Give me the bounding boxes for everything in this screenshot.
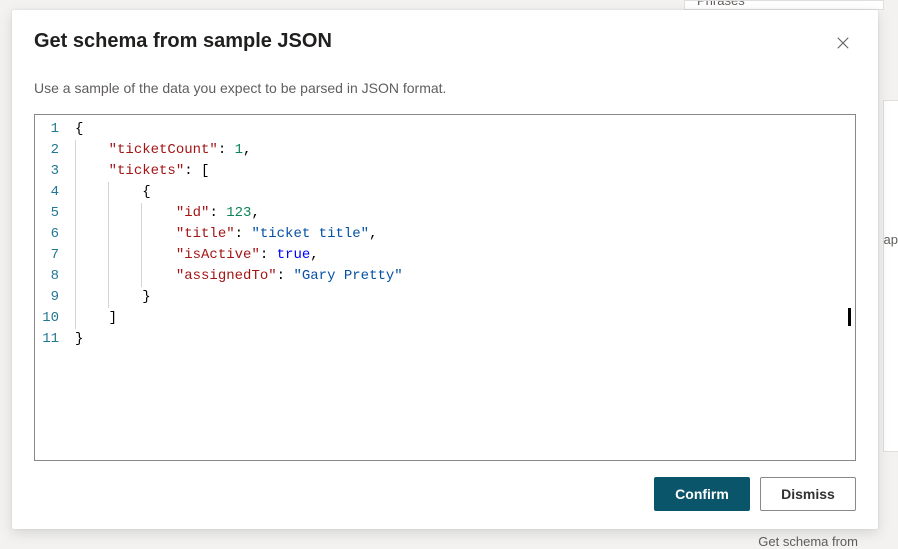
code-token: , bbox=[369, 226, 377, 242]
code-line: "isActive": true, bbox=[71, 245, 855, 266]
code-token: , bbox=[243, 142, 251, 158]
code-token: 1 bbox=[235, 142, 243, 158]
indent-guide bbox=[108, 224, 109, 245]
code-token: "ticket title" bbox=[251, 226, 369, 242]
code-token: } bbox=[142, 289, 150, 305]
code-line: } bbox=[71, 287, 855, 308]
confirm-button[interactable]: Confirm bbox=[654, 477, 750, 511]
code-token bbox=[75, 226, 176, 242]
dialog-subtitle: Use a sample of the data you expect to b… bbox=[34, 80, 856, 96]
close-button[interactable] bbox=[830, 30, 856, 56]
background-side-panel bbox=[883, 100, 898, 452]
code-line: } bbox=[71, 329, 855, 350]
indent-guide bbox=[75, 161, 76, 182]
indent-guide bbox=[108, 245, 109, 266]
code-token: ] bbox=[109, 310, 117, 326]
json-editor[interactable]: 1234567891011 { "ticketCount": 1, "ticke… bbox=[34, 114, 856, 461]
editor-code-area[interactable]: { "ticketCount": 1, "tickets": [ { "id":… bbox=[67, 115, 855, 460]
indent-guide bbox=[141, 245, 142, 266]
code-token: "assignedTo" bbox=[176, 268, 277, 284]
code-token: } bbox=[75, 331, 83, 347]
line-number: 4 bbox=[35, 182, 59, 203]
indent-guide bbox=[141, 224, 142, 245]
code-token bbox=[75, 247, 176, 263]
code-token bbox=[75, 268, 176, 284]
indent-guide bbox=[108, 203, 109, 224]
line-number: 11 bbox=[35, 329, 59, 350]
indent-guide bbox=[108, 266, 109, 287]
code-token: "Gary Pretty" bbox=[293, 268, 402, 284]
indent-guide bbox=[75, 245, 76, 266]
dialog-title: Get schema from sample JSON bbox=[34, 30, 332, 53]
code-token: , bbox=[310, 247, 318, 263]
code-token: : bbox=[218, 142, 235, 158]
code-line: "ticketCount": 1, bbox=[71, 140, 855, 161]
code-token: , bbox=[251, 205, 259, 221]
schema-dialog: Get schema from sample JSON Use a sample… bbox=[12, 10, 878, 529]
code-token: [ bbox=[201, 163, 209, 179]
editor-caret bbox=[848, 308, 851, 326]
indent-guide bbox=[141, 266, 142, 287]
code-token: : bbox=[184, 163, 201, 179]
background-side-fragment: ap bbox=[884, 232, 898, 247]
line-number: 6 bbox=[35, 224, 59, 245]
indent-guide bbox=[141, 203, 142, 224]
editor-gutter: 1234567891011 bbox=[35, 115, 67, 460]
dialog-footer: Confirm Dismiss bbox=[34, 477, 856, 511]
background-tab-label: Phrases bbox=[697, 0, 745, 8]
code-line: "title": "ticket title", bbox=[71, 224, 855, 245]
code-line: ] bbox=[71, 308, 855, 329]
code-token: true bbox=[277, 247, 311, 263]
code-token: "tickets" bbox=[109, 163, 185, 179]
code-token bbox=[75, 163, 109, 179]
close-icon bbox=[836, 36, 850, 50]
code-token: : bbox=[260, 247, 277, 263]
code-token: "title" bbox=[176, 226, 235, 242]
code-token: : bbox=[209, 205, 226, 221]
indent-guide bbox=[108, 182, 109, 203]
line-number: 8 bbox=[35, 266, 59, 287]
background-bottom-fragment: Get schema from bbox=[758, 534, 858, 549]
code-token: : bbox=[235, 226, 252, 242]
line-number: 1 bbox=[35, 119, 59, 140]
code-line: "id": 123, bbox=[71, 203, 855, 224]
indent-guide bbox=[75, 266, 76, 287]
code-token: 123 bbox=[226, 205, 251, 221]
code-token: { bbox=[142, 184, 150, 200]
code-line: "assignedTo": "Gary Pretty" bbox=[71, 266, 855, 287]
code-line: "tickets": [ bbox=[71, 161, 855, 182]
dismiss-button[interactable]: Dismiss bbox=[760, 477, 856, 511]
line-number: 7 bbox=[35, 245, 59, 266]
line-number: 5 bbox=[35, 203, 59, 224]
code-token: : bbox=[277, 268, 294, 284]
code-line: { bbox=[71, 119, 855, 140]
code-token: "ticketCount" bbox=[109, 142, 218, 158]
line-number: 2 bbox=[35, 140, 59, 161]
code-token: { bbox=[75, 121, 83, 137]
indent-guide bbox=[108, 287, 109, 308]
line-number: 3 bbox=[35, 161, 59, 182]
code-token: "isActive" bbox=[176, 247, 260, 263]
line-number: 10 bbox=[35, 308, 59, 329]
line-number: 9 bbox=[35, 287, 59, 308]
code-token bbox=[75, 310, 109, 326]
code-line: { bbox=[71, 182, 855, 203]
indent-guide bbox=[75, 224, 76, 245]
indent-guide bbox=[75, 203, 76, 224]
indent-guide bbox=[75, 287, 76, 308]
indent-guide bbox=[75, 182, 76, 203]
dialog-header: Get schema from sample JSON bbox=[34, 30, 856, 56]
indent-guide bbox=[75, 140, 76, 161]
code-token bbox=[75, 142, 109, 158]
code-token: "id" bbox=[176, 205, 210, 221]
code-token bbox=[75, 205, 176, 221]
indent-guide bbox=[75, 308, 76, 329]
background-tab-phrases: Phrases bbox=[684, 0, 884, 10]
